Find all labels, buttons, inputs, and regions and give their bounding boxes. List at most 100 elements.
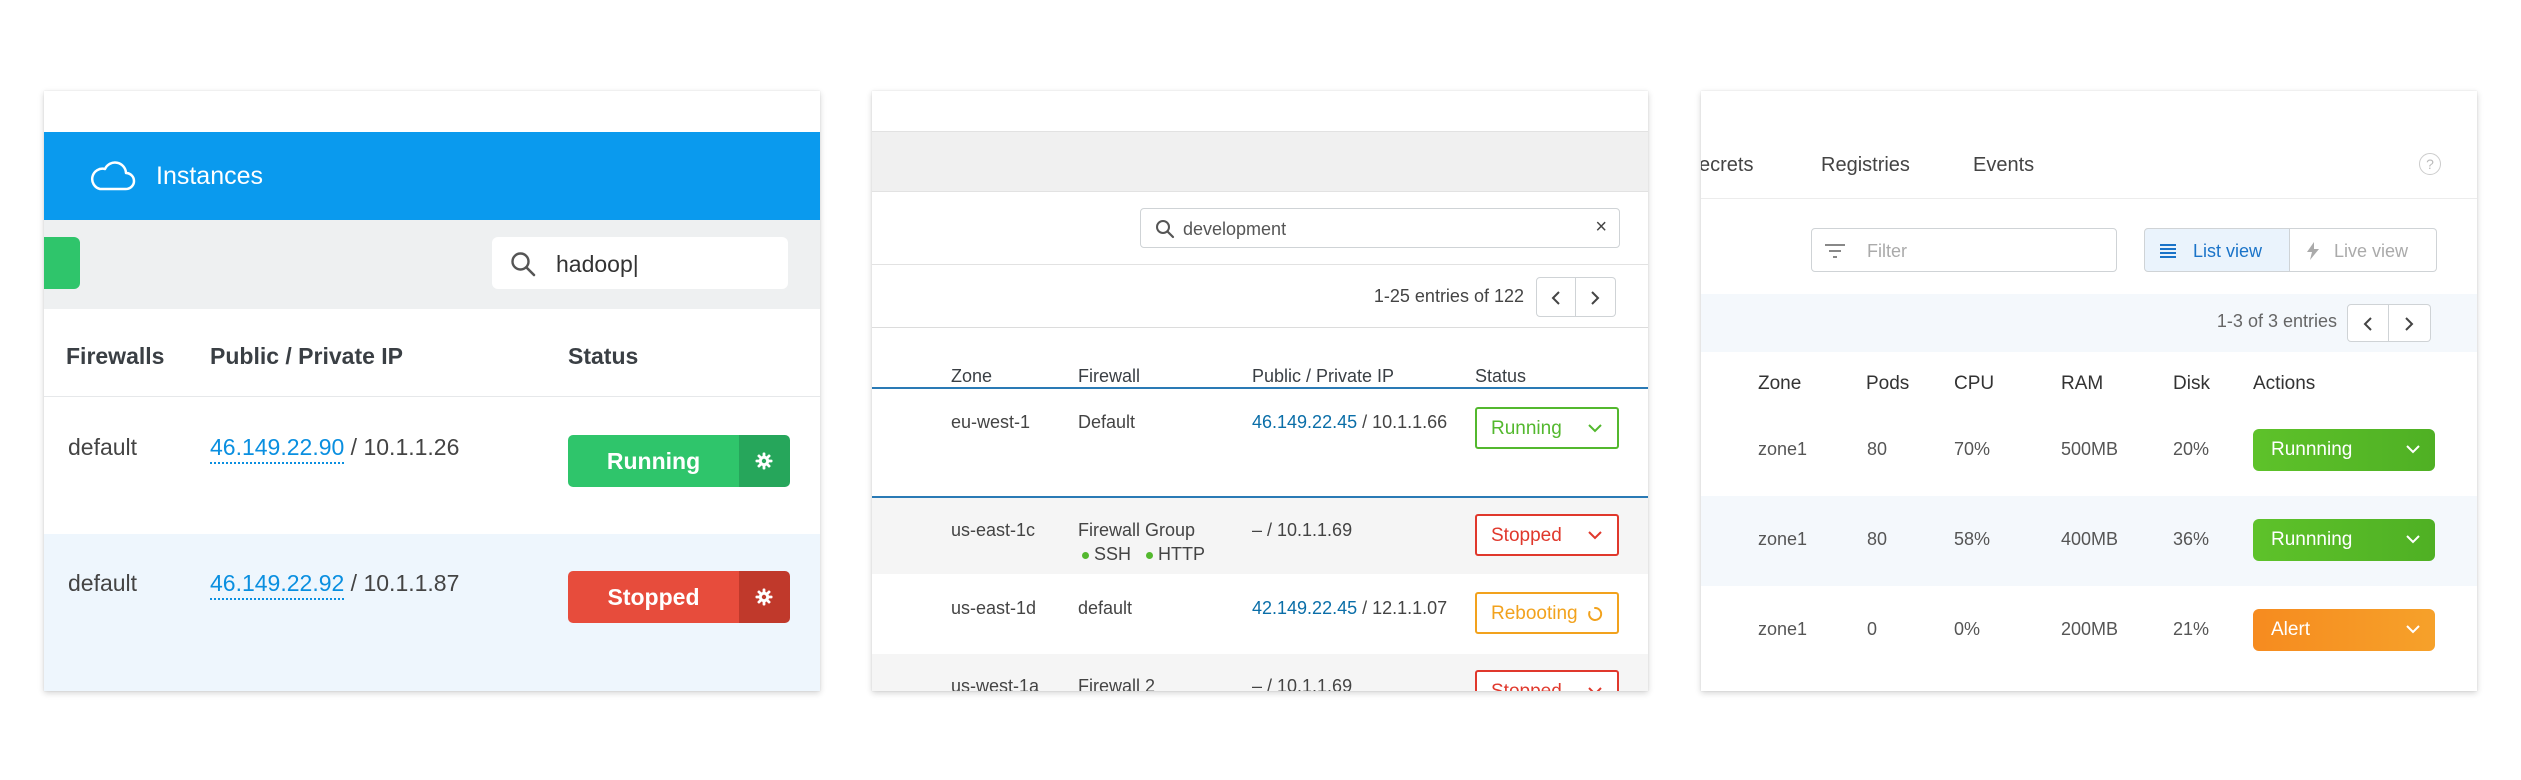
next-page-button[interactable] (1576, 277, 1616, 317)
column-header-zone: Zone (951, 366, 993, 386)
http-dot-icon (1146, 552, 1154, 559)
instances-header-bar: Instances (44, 132, 820, 220)
tag-ssh: SSH (1094, 544, 1132, 564)
filter-icon (1825, 244, 1845, 258)
filter-input[interactable]: Filter (1811, 228, 2117, 272)
zone-cell: us-east-1c (951, 520, 1036, 540)
pagination-bar: 1-25 entries of 122 (872, 264, 1648, 328)
list-view-label: List view (2193, 241, 2263, 261)
cloud-icon (88, 160, 136, 192)
table-row[interactable]: zone1 80 58% 400MB 36% Runnning (1701, 496, 2477, 586)
lightning-icon (2307, 242, 2319, 260)
public-ip-link[interactable]: 46.149.22.92 (210, 570, 345, 600)
gear-icon (755, 588, 773, 606)
zone-cell: us-east-1d (951, 598, 1037, 618)
status-label: Running (568, 435, 739, 487)
chevron-down-icon (1588, 531, 1602, 540)
private-ip: / 10.1.1.26 (344, 434, 460, 460)
column-header-firewall: Firewall (1078, 366, 1141, 386)
live-view-button[interactable]: Live view (2290, 228, 2437, 272)
cluster-panel: ecrets Registries Events ? Filter List v… (1701, 91, 2477, 691)
status-label: Stopped (1491, 681, 1562, 691)
ip-cell: – / 10.1.1.69 (1252, 520, 1353, 540)
pods-cell: 0 (1867, 619, 1878, 639)
search-input[interactable]: development × (1140, 208, 1620, 248)
column-header-pods: Pods (1866, 373, 1910, 394)
cpu-cell: 70% (1954, 439, 1991, 459)
tab-bar: ecrets Registries Events ? (1701, 131, 2477, 199)
table-row[interactable]: zone1 0 0% 200MB 21% Alert (1701, 586, 2477, 676)
pods-cell: 80 (1867, 439, 1888, 459)
table-row[interactable]: default 46.149.22.90 / 10.1.1.26 Running (44, 398, 820, 534)
chevron-down-icon (1588, 687, 1602, 691)
table-row[interactable]: us-east-1d default 42.149.22.45 / 12.1.1… (872, 574, 1648, 654)
table-header: Firewalls Public / Private IP Status (44, 309, 820, 397)
firewall-cell: default (68, 434, 138, 460)
table-row[interactable]: us-east-1c Firewall Group SSH HTTP – / 1… (872, 498, 1648, 574)
prev-page-button[interactable] (1536, 277, 1576, 317)
table-row-selected[interactable]: default 46.149.22.92 / 10.1.1.87 Stopped (44, 534, 820, 691)
pagination-bar: 1-3 of 3 entries (1701, 294, 2477, 352)
ram-cell: 500MB (2061, 439, 2119, 459)
table-row[interactable]: us-west-1a Firewall 2 – / 10.1.1.69 Stop… (872, 654, 1648, 691)
ip-cell: 46.149.22.90 / 10.1.1.26 (210, 434, 460, 464)
pods-cell: 80 (1867, 529, 1888, 549)
tab-events[interactable]: Events (1973, 154, 2034, 177)
ram-cell: 200MB (2061, 619, 2119, 639)
column-header-disk: Disk (2173, 373, 2210, 394)
chevron-right-icon (2405, 317, 2414, 331)
status-dropdown[interactable]: Rebooting (1475, 592, 1619, 634)
status-button[interactable]: Stopped (568, 571, 790, 623)
list-view-button[interactable]: List view (2144, 228, 2290, 272)
chevron-left-icon (2363, 317, 2372, 331)
disk-cell: 21% (2173, 619, 2210, 639)
search-icon (1156, 220, 1175, 239)
public-ip-link[interactable]: 42.149.22.45 (1252, 598, 1357, 618)
column-header-ram: RAM (2061, 373, 2104, 394)
chevron-right-icon (1591, 291, 1600, 305)
help-icon[interactable]: ? (2419, 153, 2441, 175)
status-dropdown[interactable]: Running (1475, 407, 1619, 449)
public-ip-link[interactable]: 46.149.22.45 (1252, 412, 1357, 432)
settings-button[interactable] (739, 571, 790, 623)
status-dropdown[interactable]: Stopped (1475, 670, 1619, 691)
prev-page-button[interactable] (2347, 304, 2389, 342)
entries-count: 1-3 of 3 entries (2216, 311, 2337, 331)
status-button[interactable]: Running (568, 435, 790, 487)
zone-cell: zone1 (1758, 619, 1808, 639)
column-header-cpu: CPU (1954, 373, 1995, 394)
ram-cell: 400MB (2061, 529, 2119, 549)
search-input[interactable]: hadoop| (492, 237, 788, 289)
action-dropdown[interactable]: Alert (2253, 609, 2435, 651)
action-dropdown[interactable]: Runnning (2253, 519, 2435, 561)
column-header-ip: Public / Private IP (1252, 366, 1395, 386)
firewall-cell: Firewall Group (1078, 520, 1196, 540)
disk-cell: 20% (2173, 439, 2210, 459)
list-icon (2160, 244, 2176, 258)
ip-cell: 46.149.22.45 / 10.1.1.66 (1252, 412, 1447, 433)
cpu-cell: 58% (1954, 529, 1991, 549)
clear-search-icon[interactable]: × (1595, 216, 1607, 239)
table-row[interactable]: zone1 80 70% 500MB 20% Runnning (1701, 406, 2477, 496)
tab-secrets[interactable]: ecrets (1701, 154, 1753, 177)
tag-http: HTTP (1158, 544, 1206, 564)
panel-top-strip (872, 91, 1648, 132)
public-ip-link[interactable]: 46.149.22.90 (210, 434, 345, 464)
status-dropdown[interactable]: Stopped (1475, 514, 1619, 556)
instances-list-panel: development × 1-25 entries of 122 Zone F… (872, 91, 1648, 691)
settings-button[interactable] (739, 435, 790, 487)
filter-placeholder: Filter (1867, 241, 1907, 261)
table-row-selected[interactable]: eu-west-1 Default 46.149.22.45 / 10.1.1.… (872, 389, 1648, 496)
zone-cell: eu-west-1 (951, 412, 1031, 432)
next-page-button[interactable] (2389, 304, 2431, 342)
firewall-cell: default (68, 570, 138, 596)
search-value: hadoop| (556, 251, 639, 277)
tab-registries[interactable]: Registries (1821, 154, 1910, 177)
toolbar: hadoop| (44, 220, 820, 309)
action-dropdown[interactable]: Runnning (2253, 429, 2435, 471)
page-title: Instances (156, 162, 264, 190)
create-button[interactable] (44, 237, 80, 289)
search-icon (511, 252, 536, 277)
status-label: Running (1491, 418, 1562, 439)
firewall-tags: SSH HTTP (1082, 544, 1205, 565)
